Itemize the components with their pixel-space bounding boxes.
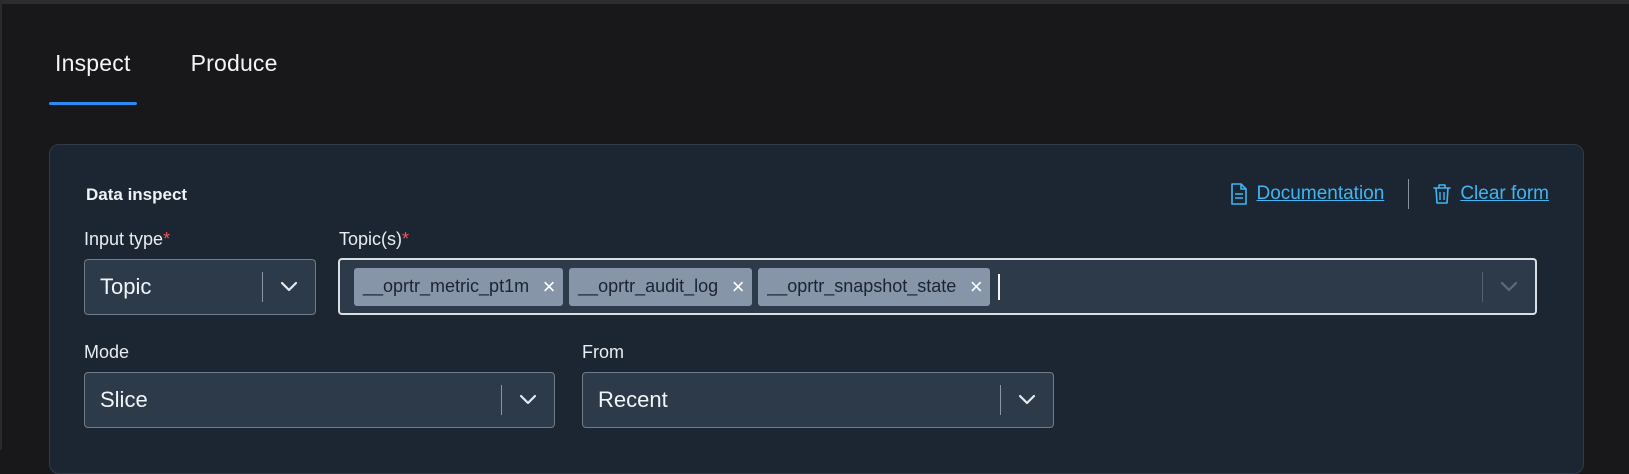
- required-mark: *: [163, 229, 171, 249]
- topics-multiselect[interactable]: __oprtr_metric_pt1m × __oprtr_audit_log …: [338, 258, 1537, 315]
- mode-value: Slice: [100, 387, 148, 412]
- actions-divider: [1408, 179, 1410, 209]
- topic-chip-label: __oprtr_audit_log: [578, 276, 719, 296]
- clear-form-label[interactable]: Clear form: [1460, 183, 1549, 205]
- from-value: Recent: [598, 387, 668, 412]
- window-top-border: [0, 0, 1629, 4]
- tab-bar: Inspect Produce: [49, 40, 332, 110]
- window-left-border: [0, 0, 2, 450]
- remove-chip-icon[interactable]: ×: [962, 268, 990, 306]
- tab-inspect[interactable]: Inspect: [49, 40, 137, 105]
- input-type-value: Topic: [100, 274, 152, 299]
- input-type-label: Input type*: [84, 229, 170, 250]
- topic-chip-label: __oprtr_snapshot_state: [767, 276, 957, 296]
- remove-chip-icon[interactable]: ×: [535, 268, 563, 306]
- topic-chip: __oprtr_snapshot_state ×: [758, 267, 991, 306]
- mode-select[interactable]: Slice: [84, 372, 555, 428]
- mode-label: Mode: [84, 342, 130, 362]
- topics-label: Topic(s)*: [339, 229, 409, 250]
- documentation-label[interactable]: Documentation: [1257, 183, 1385, 205]
- topic-chip: __oprtr_metric_pt1m ×: [354, 267, 564, 306]
- input-type-label-text: Input type: [84, 229, 164, 249]
- chevron-down-icon[interactable]: [263, 281, 315, 293]
- topic-chips: __oprtr_metric_pt1m × __oprtr_audit_log …: [340, 267, 1482, 306]
- trash-icon: [1433, 184, 1452, 204]
- text-caret[interactable]: [998, 273, 1001, 300]
- chevron-down-icon[interactable]: [502, 394, 554, 406]
- card-actions: Documentation Clear form: [1230, 179, 1549, 209]
- chevron-down-icon[interactable]: [1483, 281, 1535, 293]
- topic-chip: __oprtr_audit_log ×: [569, 267, 753, 306]
- remove-chip-icon[interactable]: ×: [724, 268, 752, 306]
- from-select[interactable]: Recent: [582, 372, 1054, 428]
- input-type-select[interactable]: Topic: [84, 259, 316, 315]
- clear-form-link[interactable]: Clear form: [1433, 183, 1549, 205]
- chevron-down-icon[interactable]: [1001, 394, 1053, 406]
- topic-chip-label: __oprtr_metric_pt1m: [363, 276, 530, 296]
- data-inspect-card: Data inspect Documentation Clear form In…: [49, 144, 1584, 474]
- documentation-link[interactable]: Documentation: [1230, 183, 1385, 205]
- card-title: Data inspect: [86, 185, 188, 204]
- required-mark: *: [402, 229, 410, 249]
- from-label: From: [582, 342, 624, 362]
- tab-produce[interactable]: Produce: [185, 40, 284, 98]
- document-icon: [1230, 183, 1247, 205]
- topics-label-text: Topic(s): [339, 229, 403, 249]
